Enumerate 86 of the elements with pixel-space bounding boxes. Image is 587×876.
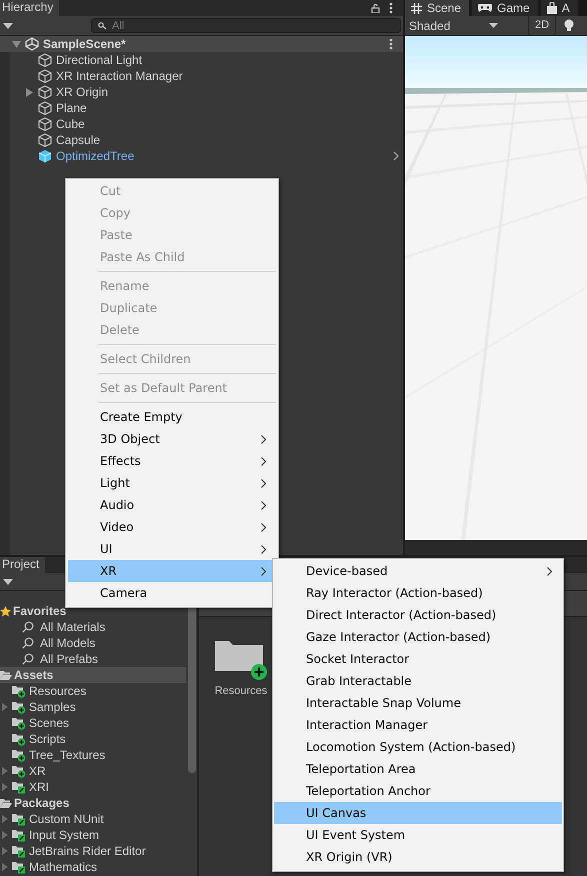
menu-item[interactable]: Socket Interactor (274, 648, 562, 670)
view-tab[interactable]: Game (472, 0, 538, 16)
object-name: OptimizedTree (56, 149, 134, 163)
more-options-icon[interactable] (389, 2, 393, 14)
gamepad-icon (478, 4, 492, 12)
project-tree-item[interactable]: Mathematics (0, 859, 186, 875)
expand-arrow-icon[interactable] (2, 863, 8, 871)
menu-item[interactable]: Gaze Interactor (Action-based) (274, 626, 562, 648)
expand-arrow-icon[interactable] (2, 703, 8, 711)
view-tab[interactable]: A (540, 0, 578, 16)
hierarchy-item[interactable]: Plane (10, 100, 403, 116)
dropdown-icon[interactable] (3, 578, 13, 584)
asset-label: Resources (214, 685, 268, 697)
object-name: XR Origin (56, 85, 108, 99)
shading-dropdown[interactable]: Shaded (405, 18, 489, 32)
more-options-icon[interactable] (389, 38, 393, 50)
menu-item[interactable]: Effects (68, 450, 276, 472)
menu-item[interactable]: Create Empty (68, 406, 276, 428)
lock-icon[interactable] (371, 3, 380, 13)
hierarchy-item[interactable]: Capsule (10, 132, 403, 148)
hierarchy-item[interactable]: Cube (10, 116, 403, 132)
menu-item[interactable]: Teleportation Anchor (274, 780, 562, 802)
project-tab[interactable]: Project (0, 557, 46, 573)
scene-name: SampleScene* (43, 37, 126, 51)
menu-item[interactable]: UI Canvas (274, 802, 562, 824)
project-tree-item[interactable]: JetBrains Rider Editor (0, 843, 186, 859)
project-tree-item[interactable]: Assets (0, 667, 186, 683)
hierarchy-item[interactable]: Directional Light (10, 52, 403, 68)
menu-item[interactable]: Video (68, 516, 276, 538)
project-tree-item[interactable]: Tree_Textures (0, 747, 186, 763)
search-field[interactable]: All (91, 18, 401, 33)
object-name: Plane (56, 101, 87, 115)
expand-arrow-icon[interactable] (2, 783, 8, 791)
menu-item[interactable]: Locomotion System (Action-based) (274, 736, 562, 758)
menu-item[interactable]: 3D Object (68, 428, 276, 450)
menu-item[interactable]: Direct Interactor (Action-based) (274, 604, 562, 626)
expand-arrow-icon[interactable] (2, 767, 8, 775)
project-tree-item[interactable]: Packages (0, 795, 186, 811)
menu-item[interactable]: Ray Interactor (Action-based) (274, 582, 562, 604)
object-name: Cube (56, 117, 85, 131)
unity-logo-icon (25, 37, 39, 51)
grid-icon (411, 2, 422, 14)
menu-item[interactable]: Device-based (274, 560, 562, 582)
project-tree-item[interactable]: Resources (0, 683, 186, 699)
expand-arrow-icon[interactable] (2, 815, 8, 823)
hierarchy-item[interactable]: XR Origin (10, 84, 403, 100)
chevron-right-icon[interactable] (393, 151, 399, 161)
light-bulb-icon[interactable] (564, 19, 574, 32)
expand-arrow-icon[interactable] (2, 831, 8, 839)
expand-arrow-icon[interactable] (2, 847, 8, 855)
hierarchy-item[interactable]: XR Interaction Manager (10, 68, 403, 84)
project-tree-item[interactable]: All Models (0, 635, 186, 651)
project-tree-item[interactable]: XR (0, 763, 186, 779)
search-icon (98, 22, 107, 30)
expand-arrow-icon[interactable] (26, 88, 33, 96)
scene-row[interactable]: SampleScene* (0, 36, 403, 52)
menu-item[interactable]: Interactable Snap Volume (274, 692, 562, 714)
menu-item[interactable]: Audio (68, 494, 276, 516)
project-tree-item[interactable]: Samples (0, 699, 186, 715)
menu-item[interactable]: Interaction Manager (274, 714, 562, 736)
project-tree-item[interactable]: Custom NUnit (0, 811, 186, 827)
menu-item[interactable]: Light (68, 472, 276, 494)
expand-arrow-icon[interactable] (12, 40, 21, 48)
menu-item[interactable]: Grab Interactable (274, 670, 562, 692)
object-name: XR Interaction Manager (56, 69, 183, 83)
menu-item[interactable]: XR Origin (VR) (274, 846, 562, 868)
dropdown-icon[interactable] (489, 23, 498, 28)
2d-toggle-button[interactable]: 2D (528, 16, 556, 35)
project-tree-item[interactable]: All Prefabs (0, 651, 186, 667)
menu-item[interactable]: Camera (68, 582, 276, 604)
project-tree-item[interactable]: Scenes (0, 715, 186, 731)
project-tree-item[interactable]: Input System (0, 827, 186, 843)
object-name: Capsule (56, 133, 100, 147)
object-name: Directional Light (56, 53, 142, 67)
hierarchy-tab[interactable]: Hierarchy (0, 0, 60, 16)
project-tree-item[interactable]: Scripts (0, 731, 186, 747)
menu-item[interactable]: UI (68, 538, 276, 560)
hierarchy-item[interactable]: OptimizedTree (10, 148, 403, 164)
bag-icon (546, 2, 557, 14)
menu-item[interactable]: UI Event System (274, 824, 562, 846)
project-tree-item[interactable]: Favorites (0, 603, 186, 619)
dropdown-icon[interactable] (3, 22, 13, 28)
menu-item[interactable]: Teleportation Area (274, 758, 562, 780)
project-tree-item[interactable]: XRI (0, 779, 186, 795)
project-tree-item[interactable]: All Materials (0, 619, 186, 635)
view-tab[interactable]: Scene (405, 0, 470, 16)
